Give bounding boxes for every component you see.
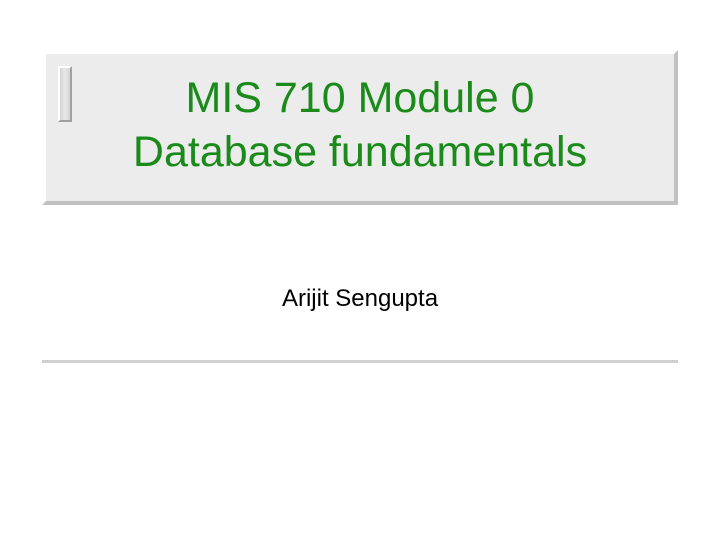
slide-title: MIS 710 Module 0 Database fundamentals [46,72,674,180]
title-line-1: MIS 710 Module 0 [186,74,535,122]
author-name: Arijit Sengupta [282,285,438,312]
author-box: Arijit Sengupta [42,285,678,313]
title-box: MIS 710 Module 0 Database fundamentals [42,50,678,205]
title-line-2: Database fundamentals [133,128,587,176]
horizontal-divider [42,360,678,364]
